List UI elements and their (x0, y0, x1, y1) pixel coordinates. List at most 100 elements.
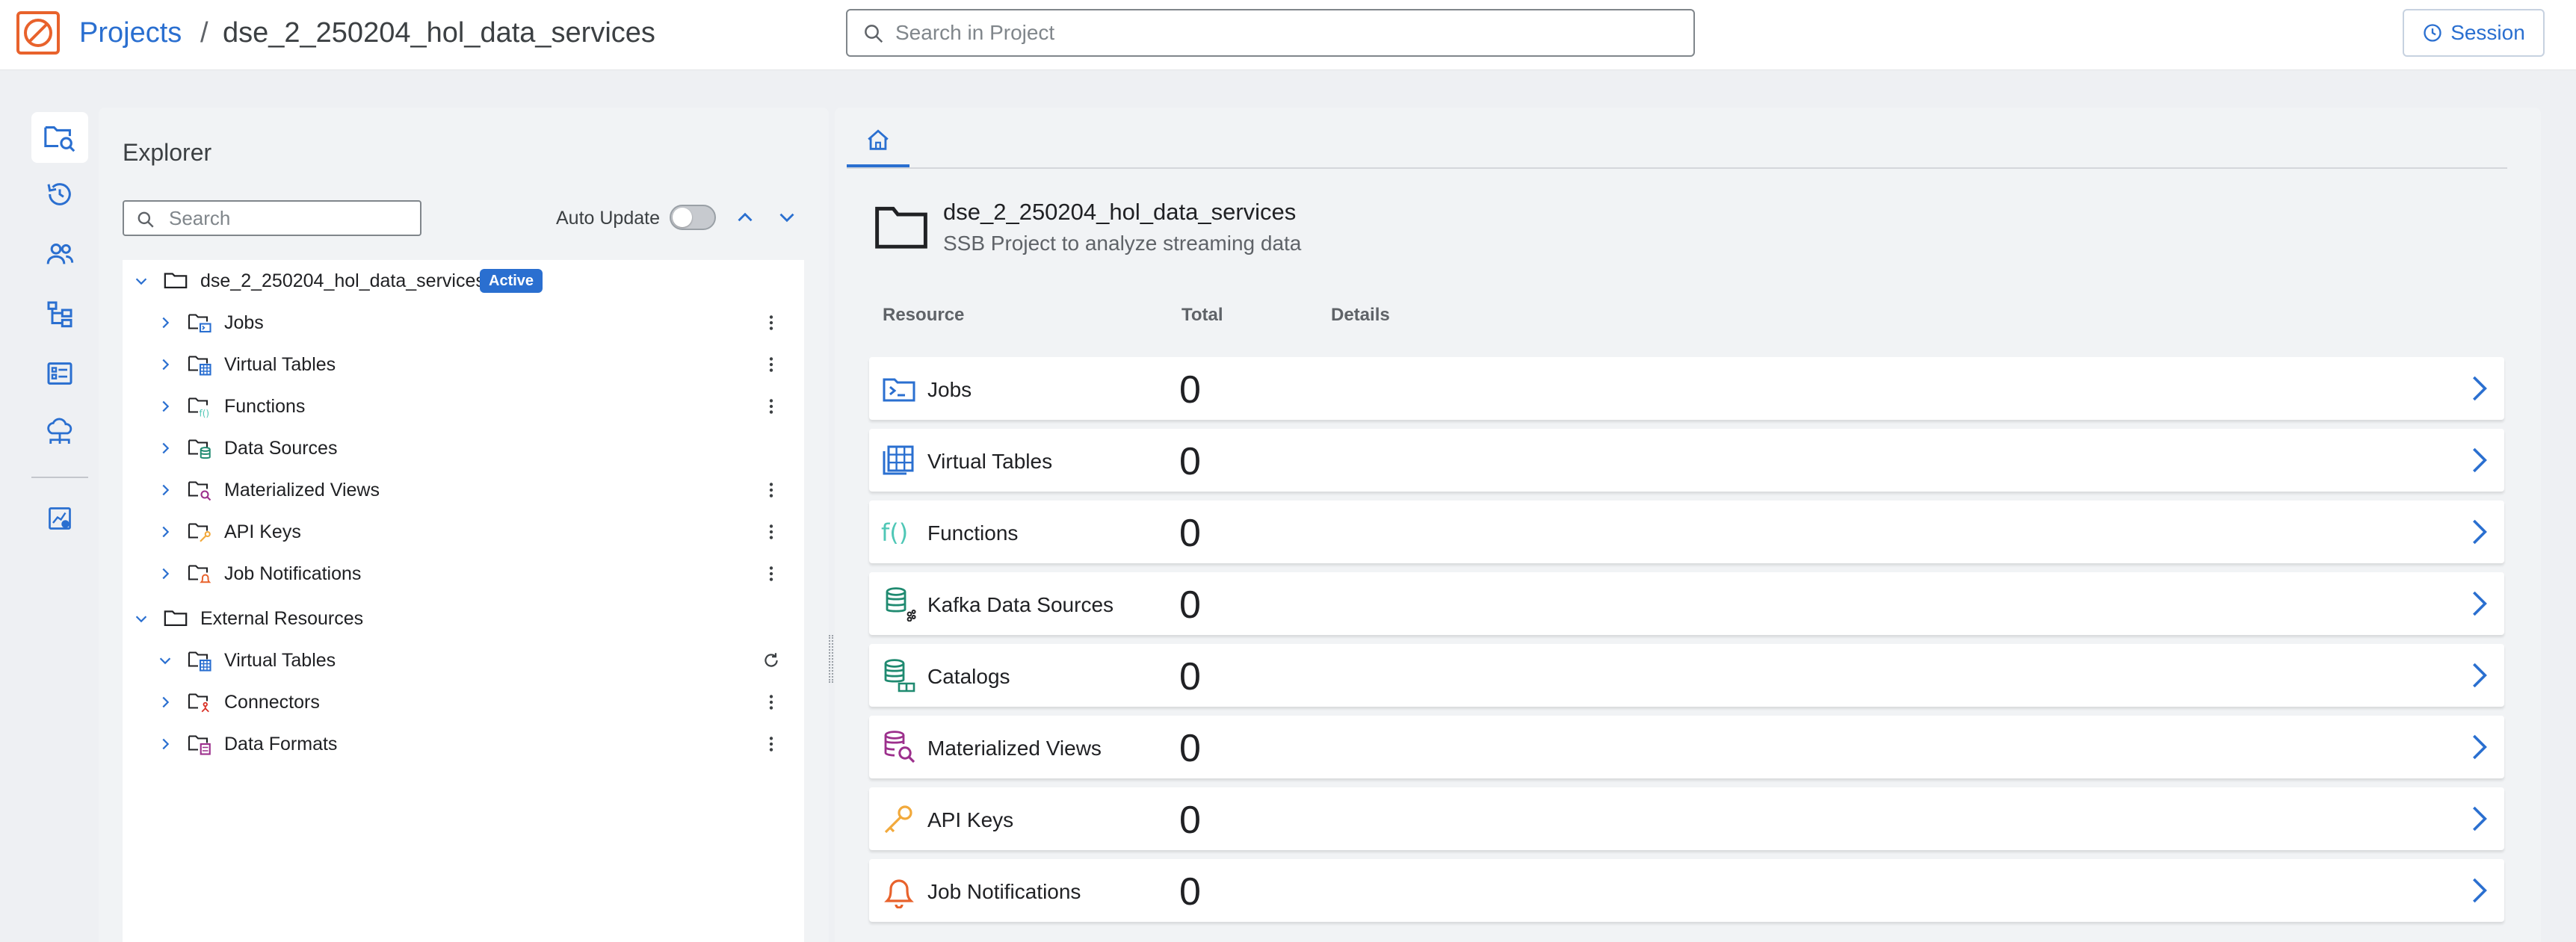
hierarchy-icon (47, 301, 72, 328)
home-icon (868, 129, 889, 150)
chevron-right-icon[interactable] (157, 736, 173, 752)
chevron-right-icon[interactable] (157, 356, 173, 373)
ssb-logo-icon[interactable] (16, 11, 60, 55)
column-header-total: Total (1182, 305, 1223, 325)
more-vert-icon[interactable] (762, 692, 781, 712)
rail-separator (31, 477, 88, 478)
chevron-right-icon[interactable] (157, 314, 173, 331)
job-notifications-icon (884, 879, 914, 908)
tree-node-label: Functions (224, 396, 306, 417)
more-vert-icon[interactable] (762, 522, 781, 542)
more-vert-icon[interactable] (762, 734, 781, 754)
more-vert-icon[interactable] (762, 355, 781, 374)
tree-node-jobs[interactable]: Jobs (123, 302, 804, 344)
chevron-right-icon[interactable] (157, 565, 173, 582)
resource-name: Virtual Tables (927, 450, 1053, 473)
tree-node-data-formats[interactable]: Data Formats (123, 723, 804, 765)
chevron-right-icon[interactable] (2464, 517, 2494, 547)
refresh-icon[interactable] (762, 651, 781, 670)
rail-history[interactable] (31, 169, 88, 220)
explorer-tree: dse_2_250204_hol_data_services Active Jo… (123, 260, 804, 942)
rail-hierarchy[interactable] (31, 288, 88, 339)
explorer-search-box[interactable] (123, 200, 421, 236)
tree-node-label: Virtual Tables (224, 354, 336, 375)
chevron-right-icon[interactable] (2464, 660, 2494, 690)
chevron-right-icon[interactable] (157, 524, 173, 540)
more-vert-icon[interactable] (762, 564, 781, 583)
folder-icon (164, 273, 188, 289)
auto-update-toggle[interactable] (670, 205, 716, 230)
resource-row-api-keys[interactable]: API Keys 0 (869, 787, 2504, 850)
rail-users[interactable] (31, 229, 88, 279)
chevron-right-icon[interactable] (2464, 374, 2494, 403)
chevron-right-icon[interactable] (157, 694, 173, 710)
tree-node-label: API Keys (224, 521, 301, 542)
chevron-up-icon[interactable] (732, 205, 758, 230)
kafka-data-sources-icon (886, 587, 916, 622)
chevron-right-icon[interactable] (157, 398, 173, 415)
resource-row-materialized-views[interactable]: Materialized Views 0 (869, 716, 2504, 778)
tree-node-external-resources[interactable]: External Resources (123, 598, 804, 639)
more-vert-icon[interactable] (762, 480, 781, 500)
catalogs-icon (884, 659, 915, 692)
data-sources-folder-icon (188, 439, 211, 459)
breadcrumb-separator: / (200, 17, 209, 49)
tree-node-data-sources[interactable]: Data Sources (123, 427, 804, 469)
chevron-right-icon[interactable] (2464, 804, 2494, 834)
more-vert-icon[interactable] (762, 397, 781, 416)
tree-node-api-keys[interactable]: API Keys (123, 511, 804, 553)
rail-forms[interactable] (31, 348, 88, 399)
resource-row-kafka-data-sources[interactable]: Kafka Data Sources 0 (869, 572, 2504, 635)
project-search-input[interactable] (895, 16, 1672, 49)
project-name: dse_2_250204_hol_data_services (943, 199, 1297, 225)
chevron-down-icon[interactable] (774, 205, 800, 230)
chevron-down-icon[interactable] (133, 610, 149, 627)
tree-node-materialized-views[interactable]: Materialized Views (123, 469, 804, 511)
search-icon (138, 211, 154, 228)
resource-row-job-notifications[interactable]: Job Notifications 0 (869, 859, 2504, 922)
rail-dashboard-settings[interactable] (31, 493, 88, 544)
job-notifications-folder-icon (188, 565, 211, 583)
virtual-tables-folder-icon (188, 651, 211, 672)
resource-row-catalogs[interactable]: Catalogs 0 (869, 644, 2504, 707)
resource-name: Materialized Views (927, 737, 1102, 760)
virtual-tables-icon (883, 445, 914, 475)
tree-node-label: Materialized Views (224, 480, 380, 501)
top-header: Projects / dse_2_250204_hol_data_service… (0, 0, 2576, 70)
resource-total: 0 (1179, 799, 1201, 842)
chevron-right-icon[interactable] (157, 440, 173, 456)
active-badge: Active (480, 269, 543, 293)
tree-node-external-virtual-tables[interactable]: Virtual Tables (123, 639, 804, 681)
tab-home[interactable] (847, 117, 909, 167)
tree-node-project-root[interactable]: dse_2_250204_hol_data_services Active (123, 260, 804, 302)
chevron-right-icon[interactable] (2464, 445, 2494, 475)
svg-text:f(): f() (200, 409, 210, 419)
chevron-right-icon[interactable] (2464, 732, 2494, 762)
breadcrumb-projects-link[interactable]: Projects (79, 15, 182, 51)
tree-node-functions[interactable]: f() Functions (123, 385, 804, 427)
chevron-down-icon[interactable] (133, 273, 149, 289)
resource-row-jobs[interactable]: Jobs 0 (869, 357, 2504, 420)
panel-resize-handle[interactable] (829, 635, 835, 683)
chevron-right-icon[interactable] (157, 482, 173, 498)
chevron-right-icon[interactable] (2464, 589, 2494, 619)
chevron-down-icon[interactable] (157, 652, 173, 669)
folder-icon (164, 610, 188, 627)
chevron-right-icon[interactable] (2464, 876, 2494, 905)
resource-row-virtual-tables[interactable]: Virtual Tables 0 (869, 429, 2504, 492)
project-search-box[interactable] (846, 9, 1695, 57)
jobs-folder-icon (188, 314, 211, 333)
rail-explorer[interactable] (31, 112, 88, 163)
session-button-label: Session (2450, 21, 2525, 44)
more-vert-icon[interactable] (762, 313, 781, 332)
session-button[interactable]: Session (2403, 9, 2545, 57)
explorer-search-input[interactable] (169, 205, 408, 232)
tree-node-virtual-tables[interactable]: Virtual Tables (123, 344, 804, 385)
rail-cloud-network[interactable] (31, 408, 88, 459)
tree-node-job-notifications[interactable]: Job Notifications (123, 553, 804, 595)
virtual-tables-folder-icon (188, 356, 211, 376)
tree-node-connectors[interactable]: Connectors (123, 681, 804, 723)
users-icon (46, 244, 74, 264)
resource-row-functions[interactable]: f() Functions 0 (869, 501, 2504, 563)
resource-name: Catalogs (927, 665, 1010, 688)
